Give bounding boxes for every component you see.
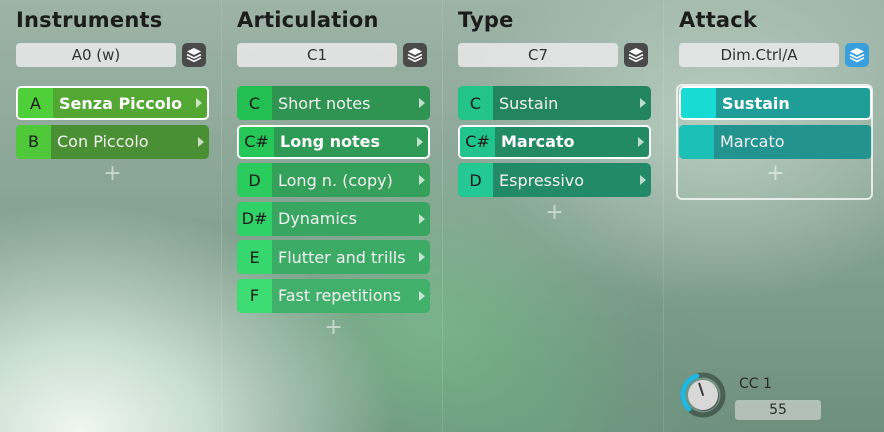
slot-key: C bbox=[237, 86, 272, 120]
slot-label: Short notes bbox=[278, 93, 371, 113]
cc-label: CC 1 bbox=[739, 376, 772, 392]
instruments-slot-list: A Senza Piccolo B Con Piccolo + bbox=[16, 86, 209, 185]
slot-label: Long n. (copy) bbox=[278, 170, 393, 190]
slot-key: C bbox=[458, 86, 493, 120]
attack-column: Attack Dim.Ctrl/A Sustain Marcato + bbox=[663, 0, 884, 432]
type-column: Type C7 C Sustain C# Marcato D Espressivo + bbox=[442, 0, 664, 432]
instruments-title: Instruments bbox=[16, 8, 163, 32]
attack-selector[interactable]: Dim.Ctrl/A bbox=[679, 43, 839, 67]
slot-label: Marcato bbox=[501, 132, 575, 151]
attack-group-frame bbox=[676, 84, 873, 200]
instruments-selector[interactable]: A0 (w) bbox=[16, 43, 176, 67]
expand-arrow-icon[interactable] bbox=[419, 290, 425, 301]
slot-label: Con Piccolo bbox=[57, 132, 149, 151]
slot-item[interactable]: E Flutter and trills bbox=[237, 240, 430, 274]
expand-arrow-icon[interactable] bbox=[419, 213, 425, 224]
slot-key: B bbox=[16, 124, 51, 159]
add-slot-button[interactable]: + bbox=[16, 163, 209, 185]
type-slot-list: C Sustain C# Marcato D Espressivo + bbox=[458, 86, 651, 224]
type-selector[interactable]: C7 bbox=[458, 43, 618, 67]
layers-icon[interactable] bbox=[182, 43, 206, 67]
slot-item[interactable]: F Fast repetitions bbox=[237, 278, 430, 313]
slot-item[interactable]: D Long n. (copy) bbox=[237, 163, 430, 197]
slot-key: D# bbox=[237, 201, 272, 236]
articulation-title: Articulation bbox=[237, 8, 379, 32]
slot-key: E bbox=[237, 240, 272, 274]
type-title: Type bbox=[458, 8, 514, 32]
slot-key: C# bbox=[460, 126, 495, 157]
slot-label: Espressivo bbox=[499, 170, 585, 190]
cc-knob[interactable] bbox=[678, 370, 728, 420]
slot-item[interactable]: D# Dynamics bbox=[237, 201, 430, 236]
slot-label: Fast repetitions bbox=[278, 286, 402, 305]
layers-icon[interactable] bbox=[624, 43, 648, 67]
expand-arrow-icon[interactable] bbox=[419, 175, 425, 185]
slot-item[interactable]: C Sustain bbox=[458, 86, 651, 120]
instruments-column: Instruments A0 (w) A Senza Piccolo B Con Pi… bbox=[0, 0, 222, 432]
expand-arrow-icon[interactable] bbox=[419, 98, 425, 108]
expand-arrow-icon[interactable] bbox=[640, 98, 646, 108]
slot-key: D bbox=[237, 163, 272, 197]
slot-label: Long notes bbox=[280, 132, 381, 151]
slot-key: A bbox=[18, 88, 53, 118]
slot-label: Dynamics bbox=[278, 209, 357, 228]
slot-item[interactable]: D Espressivo bbox=[458, 163, 651, 197]
slot-key: C# bbox=[239, 126, 274, 157]
slot-item[interactable]: C# Long notes bbox=[237, 124, 430, 159]
attack-title: Attack bbox=[679, 8, 758, 32]
slot-item[interactable]: C Short notes bbox=[237, 86, 430, 120]
cc-value-field[interactable]: 55 bbox=[735, 400, 821, 420]
articulation-slot-list: C Short notes C# Long notes D Long n. (copy) D… bbox=[237, 86, 430, 339]
expand-arrow-icon[interactable] bbox=[638, 136, 644, 147]
slot-label: Sustain bbox=[499, 93, 559, 113]
expand-arrow-icon[interactable] bbox=[417, 136, 423, 147]
layers-icon[interactable] bbox=[403, 43, 427, 67]
slot-item[interactable]: B Con Piccolo bbox=[16, 124, 209, 159]
articulation-selector[interactable]: C1 bbox=[237, 43, 397, 67]
slot-key: D bbox=[458, 163, 493, 197]
expand-arrow-icon[interactable] bbox=[640, 175, 646, 185]
layers-icon[interactable] bbox=[845, 43, 869, 67]
expand-arrow-icon[interactable] bbox=[196, 98, 202, 108]
add-slot-button[interactable]: + bbox=[458, 201, 651, 224]
articulation-column: Articulation C1 C Short notes C# Long notes… bbox=[221, 0, 443, 432]
slot-key: F bbox=[237, 278, 272, 313]
slot-item[interactable]: A Senza Piccolo bbox=[16, 86, 209, 120]
slot-label: Flutter and trills bbox=[278, 247, 406, 267]
slot-label: Senza Piccolo bbox=[59, 93, 183, 113]
slot-item[interactable]: C# Marcato bbox=[458, 124, 651, 159]
add-slot-button[interactable]: + bbox=[237, 317, 430, 339]
expand-arrow-icon[interactable] bbox=[198, 136, 204, 147]
expand-arrow-icon[interactable] bbox=[419, 252, 425, 262]
